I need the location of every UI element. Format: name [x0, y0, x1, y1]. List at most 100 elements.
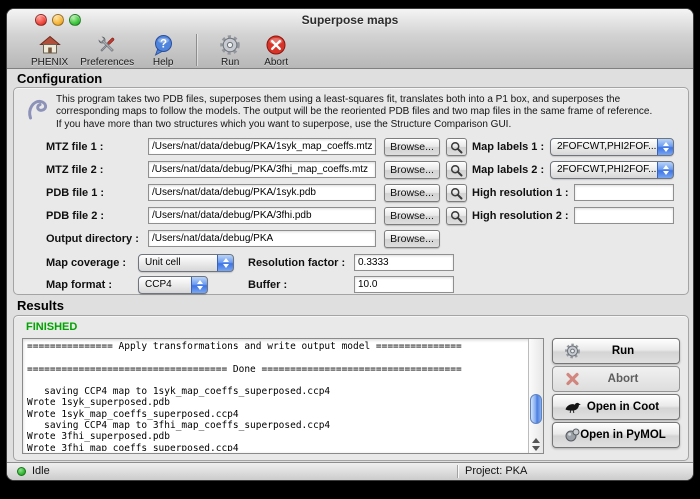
window-chrome: Superpose maps PHENIX: [7, 9, 693, 69]
program-description-icon: [26, 96, 50, 127]
map-labels-2-select[interactable]: 2FOFCWT,PHI2FOF...: [550, 161, 674, 179]
mtz-file-1-inspect-button[interactable]: [446, 138, 467, 156]
mtz-file-2-input[interactable]: [148, 161, 376, 178]
svg-text:?: ?: [160, 39, 167, 51]
scroll-up-arrow-icon[interactable]: [532, 438, 540, 443]
popup-arrows-icon: [657, 138, 674, 156]
status-bar-divider: [457, 465, 458, 478]
resolution-factor-label: Resolution factor :: [248, 257, 345, 269]
map-labels-2-label: Map labels 2 :: [472, 164, 544, 176]
output-console[interactable]: =============== Apply transformations an…: [22, 338, 544, 454]
form-row-mtz-file-1: MTZ file 1 : Browse... Map labels 1 : 2F…: [46, 138, 674, 156]
mtz-file-1-input[interactable]: [148, 138, 376, 155]
high-resolution-2-label: High resolution 2 :: [472, 210, 569, 222]
console-scrollbar-arrows: [529, 438, 543, 451]
map-coverage-label: Map coverage :: [46, 257, 126, 269]
magnifier-icon: [450, 210, 463, 223]
pdb-file-2-label: PDB file 2 :: [46, 210, 104, 222]
results-group: FINISHED =============== Apply transform…: [13, 315, 689, 461]
resolution-factor-input[interactable]: [354, 254, 454, 271]
magnifier-icon: [450, 187, 463, 200]
run-gear-icon: [562, 343, 582, 360]
open-in-coot-button[interactable]: Open in Coot: [552, 394, 680, 420]
screenshot-stage: Superpose maps PHENIX: [0, 0, 700, 499]
console-scrollbar-thumb[interactable]: [530, 394, 542, 424]
pdb-file-2-input[interactable]: [148, 207, 376, 224]
buffer-label: Buffer :: [248, 279, 287, 291]
status-badge: FINISHED: [26, 321, 77, 333]
popup-arrows-icon: [657, 161, 674, 179]
form-row-mtz-file-2: MTZ file 2 : Browse... Map labels 2 : 2F…: [46, 161, 674, 179]
status-state-text: Idle: [32, 465, 50, 477]
configuration-section-title: Configuration: [17, 71, 102, 86]
project-label: Project: PKA: [465, 465, 527, 477]
run-gear-icon: [219, 33, 241, 56]
mtz-file-2-browse-button[interactable]: Browse...: [384, 161, 440, 179]
pdb-file-2-browse-button[interactable]: Browse...: [384, 207, 440, 225]
form-row-output-directory: Output directory : Browse...: [46, 230, 674, 248]
map-format-select[interactable]: CCP4: [138, 276, 208, 294]
console-scrollbar[interactable]: [528, 339, 543, 453]
abort-x-icon: [562, 372, 582, 387]
mtz-file-1-label: MTZ file 1 :: [46, 141, 103, 153]
map-labels-1-select[interactable]: 2FOFCWT,PHI2FOF...: [550, 138, 674, 156]
title-bar[interactable]: Superpose maps: [7, 9, 693, 31]
form-row-map-coverage: Map coverage : Unit cell Resolution fact…: [46, 254, 674, 272]
idle-status-dot: [17, 467, 26, 476]
abort-icon: [265, 33, 287, 56]
toolbar-help-label: Help: [153, 57, 174, 68]
magnifier-icon: [450, 141, 463, 154]
toolbar-phenix-button[interactable]: PHENIX: [31, 33, 68, 68]
coot-bird-icon: [562, 400, 582, 414]
run-button[interactable]: Run: [552, 338, 680, 364]
output-directory-browse-button[interactable]: Browse...: [384, 230, 440, 248]
form-row-pdb-file-2: PDB file 2 : Browse... High resolution 2…: [46, 207, 674, 225]
form-row-map-format: Map format : CCP4 Buffer :: [46, 276, 674, 294]
superpose-maps-window: Superpose maps PHENIX: [6, 8, 694, 481]
pymol-molecule-icon: [562, 428, 582, 443]
pdb-file-1-browse-button[interactable]: Browse...: [384, 184, 440, 202]
toolbar-help-button[interactable]: ? Help: [146, 33, 180, 68]
toolbar-separator: [196, 34, 197, 66]
map-labels-1-value: 2FOFCWT,PHI2FOF...: [551, 139, 673, 155]
configuration-group: This program takes two PDB files, superp…: [13, 87, 689, 295]
pdb-file-2-inspect-button[interactable]: [446, 207, 467, 225]
toolbar-abort-button[interactable]: Abort: [259, 33, 293, 68]
preferences-tools-icon: [96, 33, 118, 56]
program-description: This program takes two PDB files, superp…: [56, 94, 682, 131]
console-text: =============== Apply transformations an…: [27, 341, 525, 451]
output-directory-input[interactable]: [148, 230, 376, 247]
toolbar-run-label: Run: [221, 57, 239, 68]
mtz-file-2-label: MTZ file 2 :: [46, 164, 103, 176]
toolbar: PHENIX Preferences: [7, 31, 693, 69]
popup-arrows-icon: [191, 276, 208, 294]
toolbar-preferences-button[interactable]: Preferences: [80, 33, 134, 68]
map-coverage-select[interactable]: Unit cell: [138, 254, 234, 272]
high-resolution-1-label: High resolution 1 :: [472, 187, 569, 199]
pdb-file-1-inspect-button[interactable]: [446, 184, 467, 202]
buffer-input[interactable]: [354, 276, 454, 293]
popup-arrows-icon: [217, 254, 234, 272]
map-format-label: Map format :: [46, 279, 112, 291]
toolbar-preferences-label: Preferences: [80, 57, 134, 68]
abort-button[interactable]: Abort: [552, 366, 680, 392]
mtz-file-1-browse-button[interactable]: Browse...: [384, 138, 440, 156]
pdb-file-1-input[interactable]: [148, 184, 376, 201]
high-resolution-1-input[interactable]: [574, 184, 674, 201]
output-directory-label: Output directory :: [46, 233, 139, 245]
help-question-icon: ?: [152, 33, 174, 56]
map-labels-2-value: 2FOFCWT,PHI2FOF...: [551, 162, 673, 178]
window-title: Superpose maps: [7, 13, 693, 27]
toolbar-phenix-label: PHENIX: [31, 57, 68, 68]
map-labels-1-label: Map labels 1 :: [472, 141, 544, 153]
status-bar: Idle Project: PKA: [7, 462, 693, 480]
mtz-file-2-inspect-button[interactable]: [446, 161, 467, 179]
pdb-file-1-label: PDB file 1 :: [46, 187, 104, 199]
open-in-pymol-button[interactable]: Open in PyMOL: [552, 422, 680, 448]
scroll-down-arrow-icon[interactable]: [532, 446, 540, 451]
form-row-pdb-file-1: PDB file 1 : Browse... High resolution 1…: [46, 184, 674, 202]
toolbar-abort-label: Abort: [264, 57, 288, 68]
high-resolution-2-input[interactable]: [574, 207, 674, 224]
magnifier-icon: [450, 164, 463, 177]
toolbar-run-button[interactable]: Run: [213, 33, 247, 68]
